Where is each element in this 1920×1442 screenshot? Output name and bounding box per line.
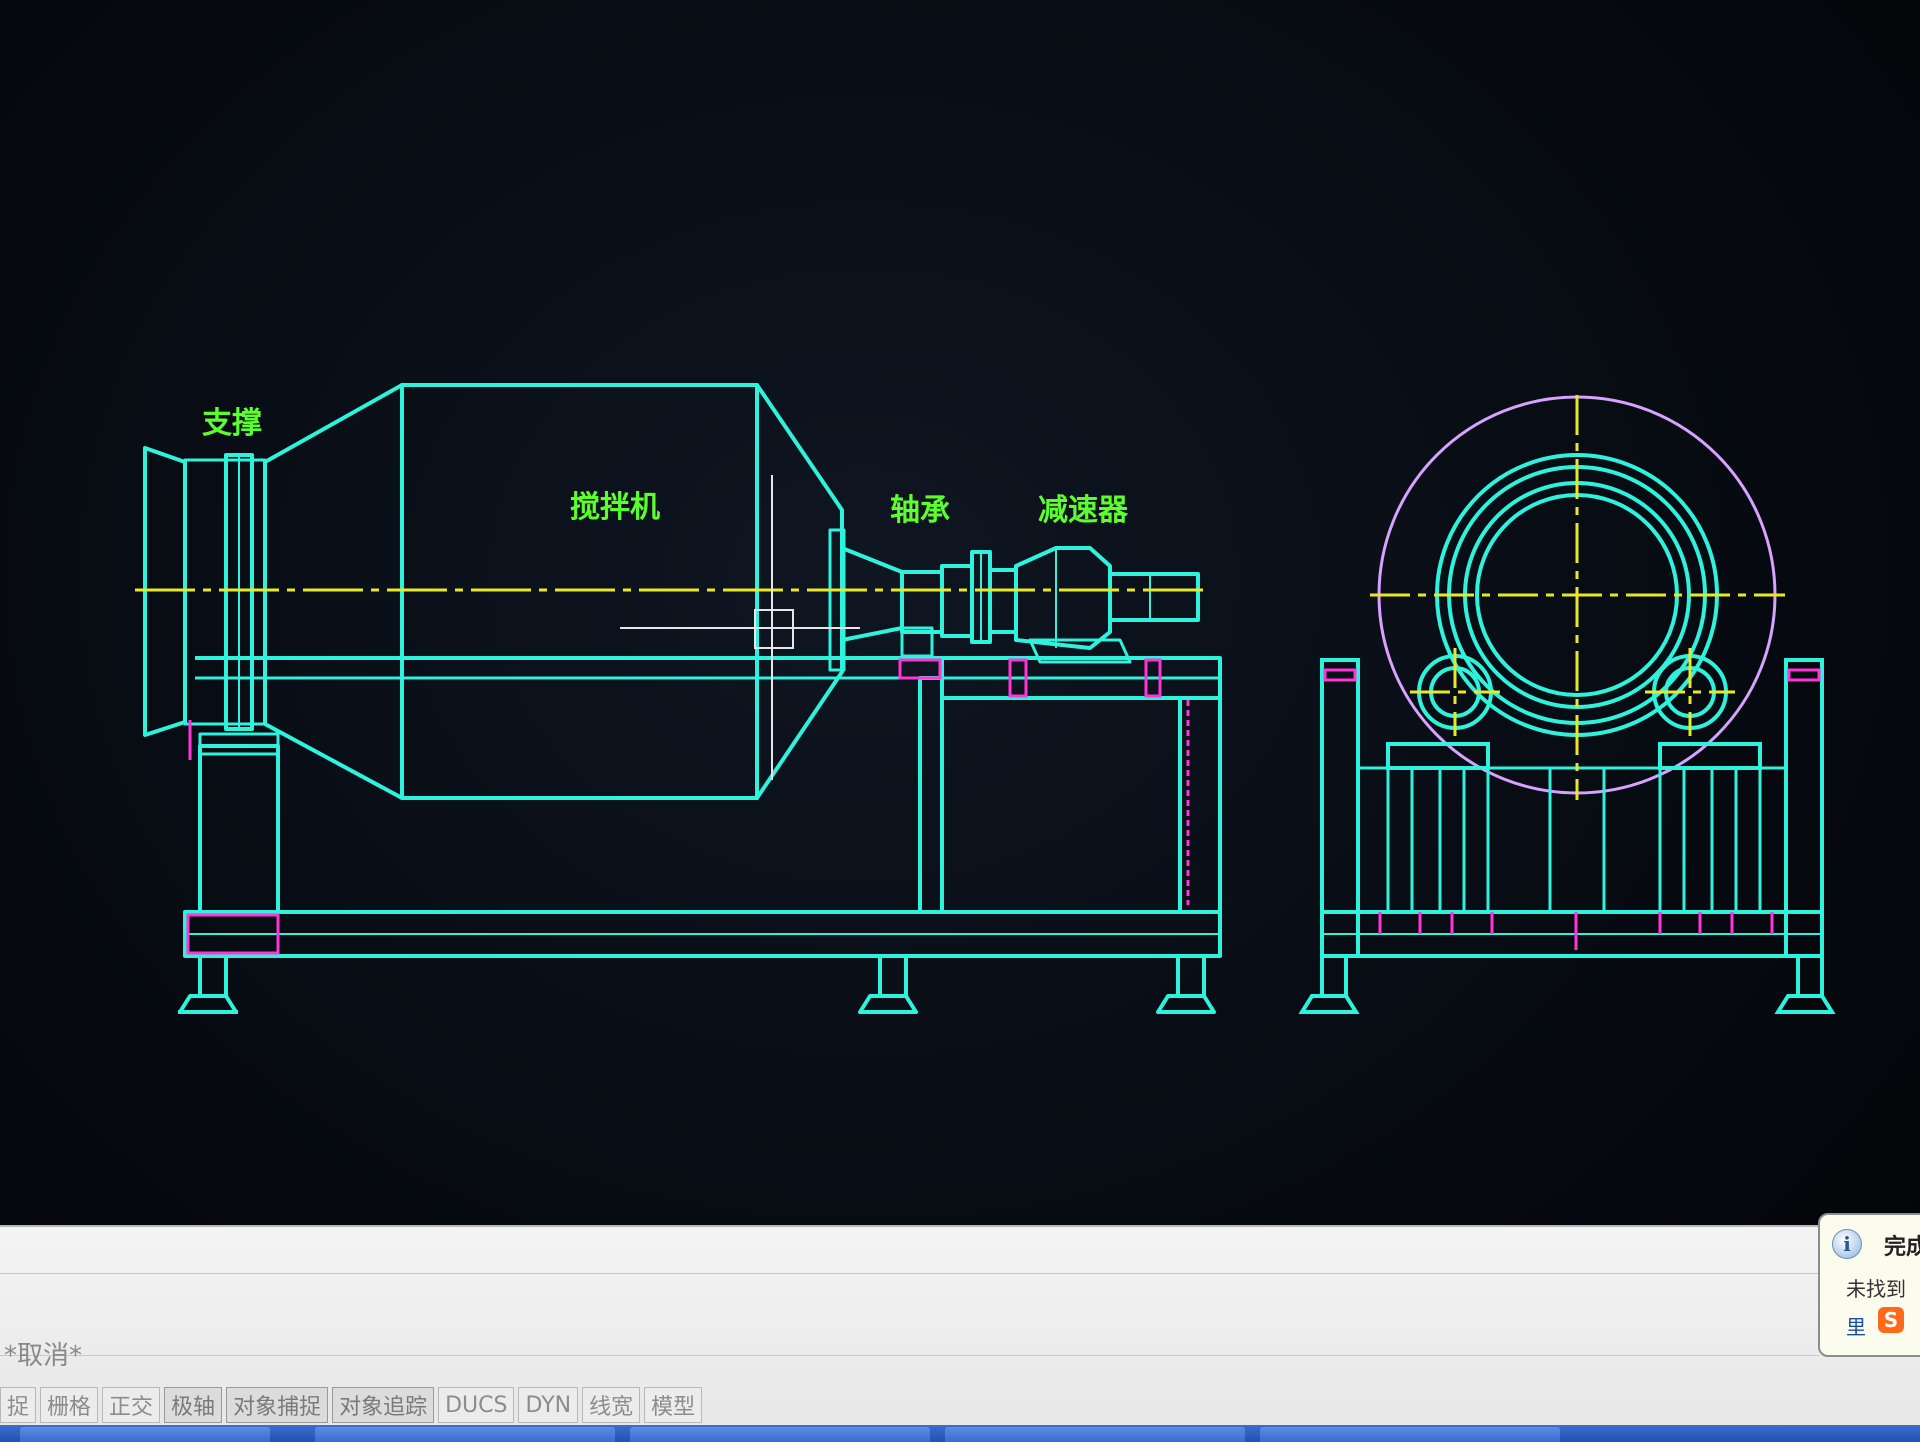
drawing-canvas[interactable]: 支撑 搅拌机 轴承 减速器 [0, 0, 1920, 1225]
status-polar-button[interactable]: 极轴 [164, 1387, 223, 1423]
notification-title: 完成 [1884, 1235, 1920, 1260]
label-support: 支撑 [202, 406, 262, 441]
label-mixer: 搅拌机 [570, 490, 660, 525]
bracket-right [1658, 742, 1762, 770]
status-snap-button[interactable]: 捉 [0, 1387, 37, 1423]
notification-app-text: 里 [1846, 1315, 1866, 1339]
coupling [940, 564, 974, 638]
bearing-block [900, 570, 944, 634]
status-grid-button[interactable]: 栅格 [40, 1387, 99, 1423]
command-line[interactable]: *取消* [0, 1275, 1820, 1371]
status-ducs-button[interactable]: DUCS [438, 1387, 515, 1423]
status-bar: 捉 栅格 正交 极轴 对象捕捉 对象追踪 DUCS DYN 线宽 模型 [0, 1385, 1920, 1425]
reducer-input [988, 568, 1018, 634]
status-otrack-button[interactable]: 对象追踪 [332, 1387, 435, 1423]
feet-front [1298, 954, 1836, 1014]
status-lineweight-button[interactable]: 线宽 [582, 1387, 641, 1423]
side-view-hidden-lines [186, 658, 1190, 955]
rear-frame-leg [1178, 696, 1222, 914]
windows-taskbar [0, 1425, 1920, 1442]
status-dyn-button[interactable]: DYN [518, 1387, 579, 1423]
sogou-s-icon: S [1878, 1307, 1904, 1333]
status-ortho-button[interactable]: 正交 [102, 1387, 161, 1423]
rear-frame-post [918, 676, 944, 914]
status-osnap-button[interactable]: 对象捕捉 [226, 1387, 329, 1423]
reducer-body [1014, 546, 1112, 650]
support-leg-left [198, 744, 280, 914]
cad-window: 支撑 搅拌机 轴承 减速器 *取消* 捉 栅格 正交 极轴 对象捕捉 对象追踪 … [0, 0, 1920, 1442]
command-panel: *取消* 捉 栅格 正交 极轴 对象捕捉 对象追踪 DUCS DYN 线宽 模型 [0, 1225, 1920, 1442]
front-columns [1386, 768, 1762, 912]
label-reducer: 减速器 [1038, 493, 1129, 528]
side-view[interactable] [143, 383, 1222, 1014]
command-text: *取消* [4, 1341, 83, 1371]
front-view-hidden-lines [1323, 668, 1821, 950]
status-model-button[interactable]: 模型 [644, 1387, 703, 1423]
label-bearing: 轴承 [890, 493, 950, 528]
feet-side [178, 954, 1216, 1014]
command-history [0, 1237, 1820, 1274]
notification-balloon[interactable]: i 完成 未找到 里 S [1818, 1213, 1920, 1357]
info-icon: i [1832, 1229, 1862, 1259]
motor-body [1108, 572, 1200, 622]
notification-message: 未找到 [1846, 1277, 1906, 1301]
drive-hub [840, 546, 904, 642]
